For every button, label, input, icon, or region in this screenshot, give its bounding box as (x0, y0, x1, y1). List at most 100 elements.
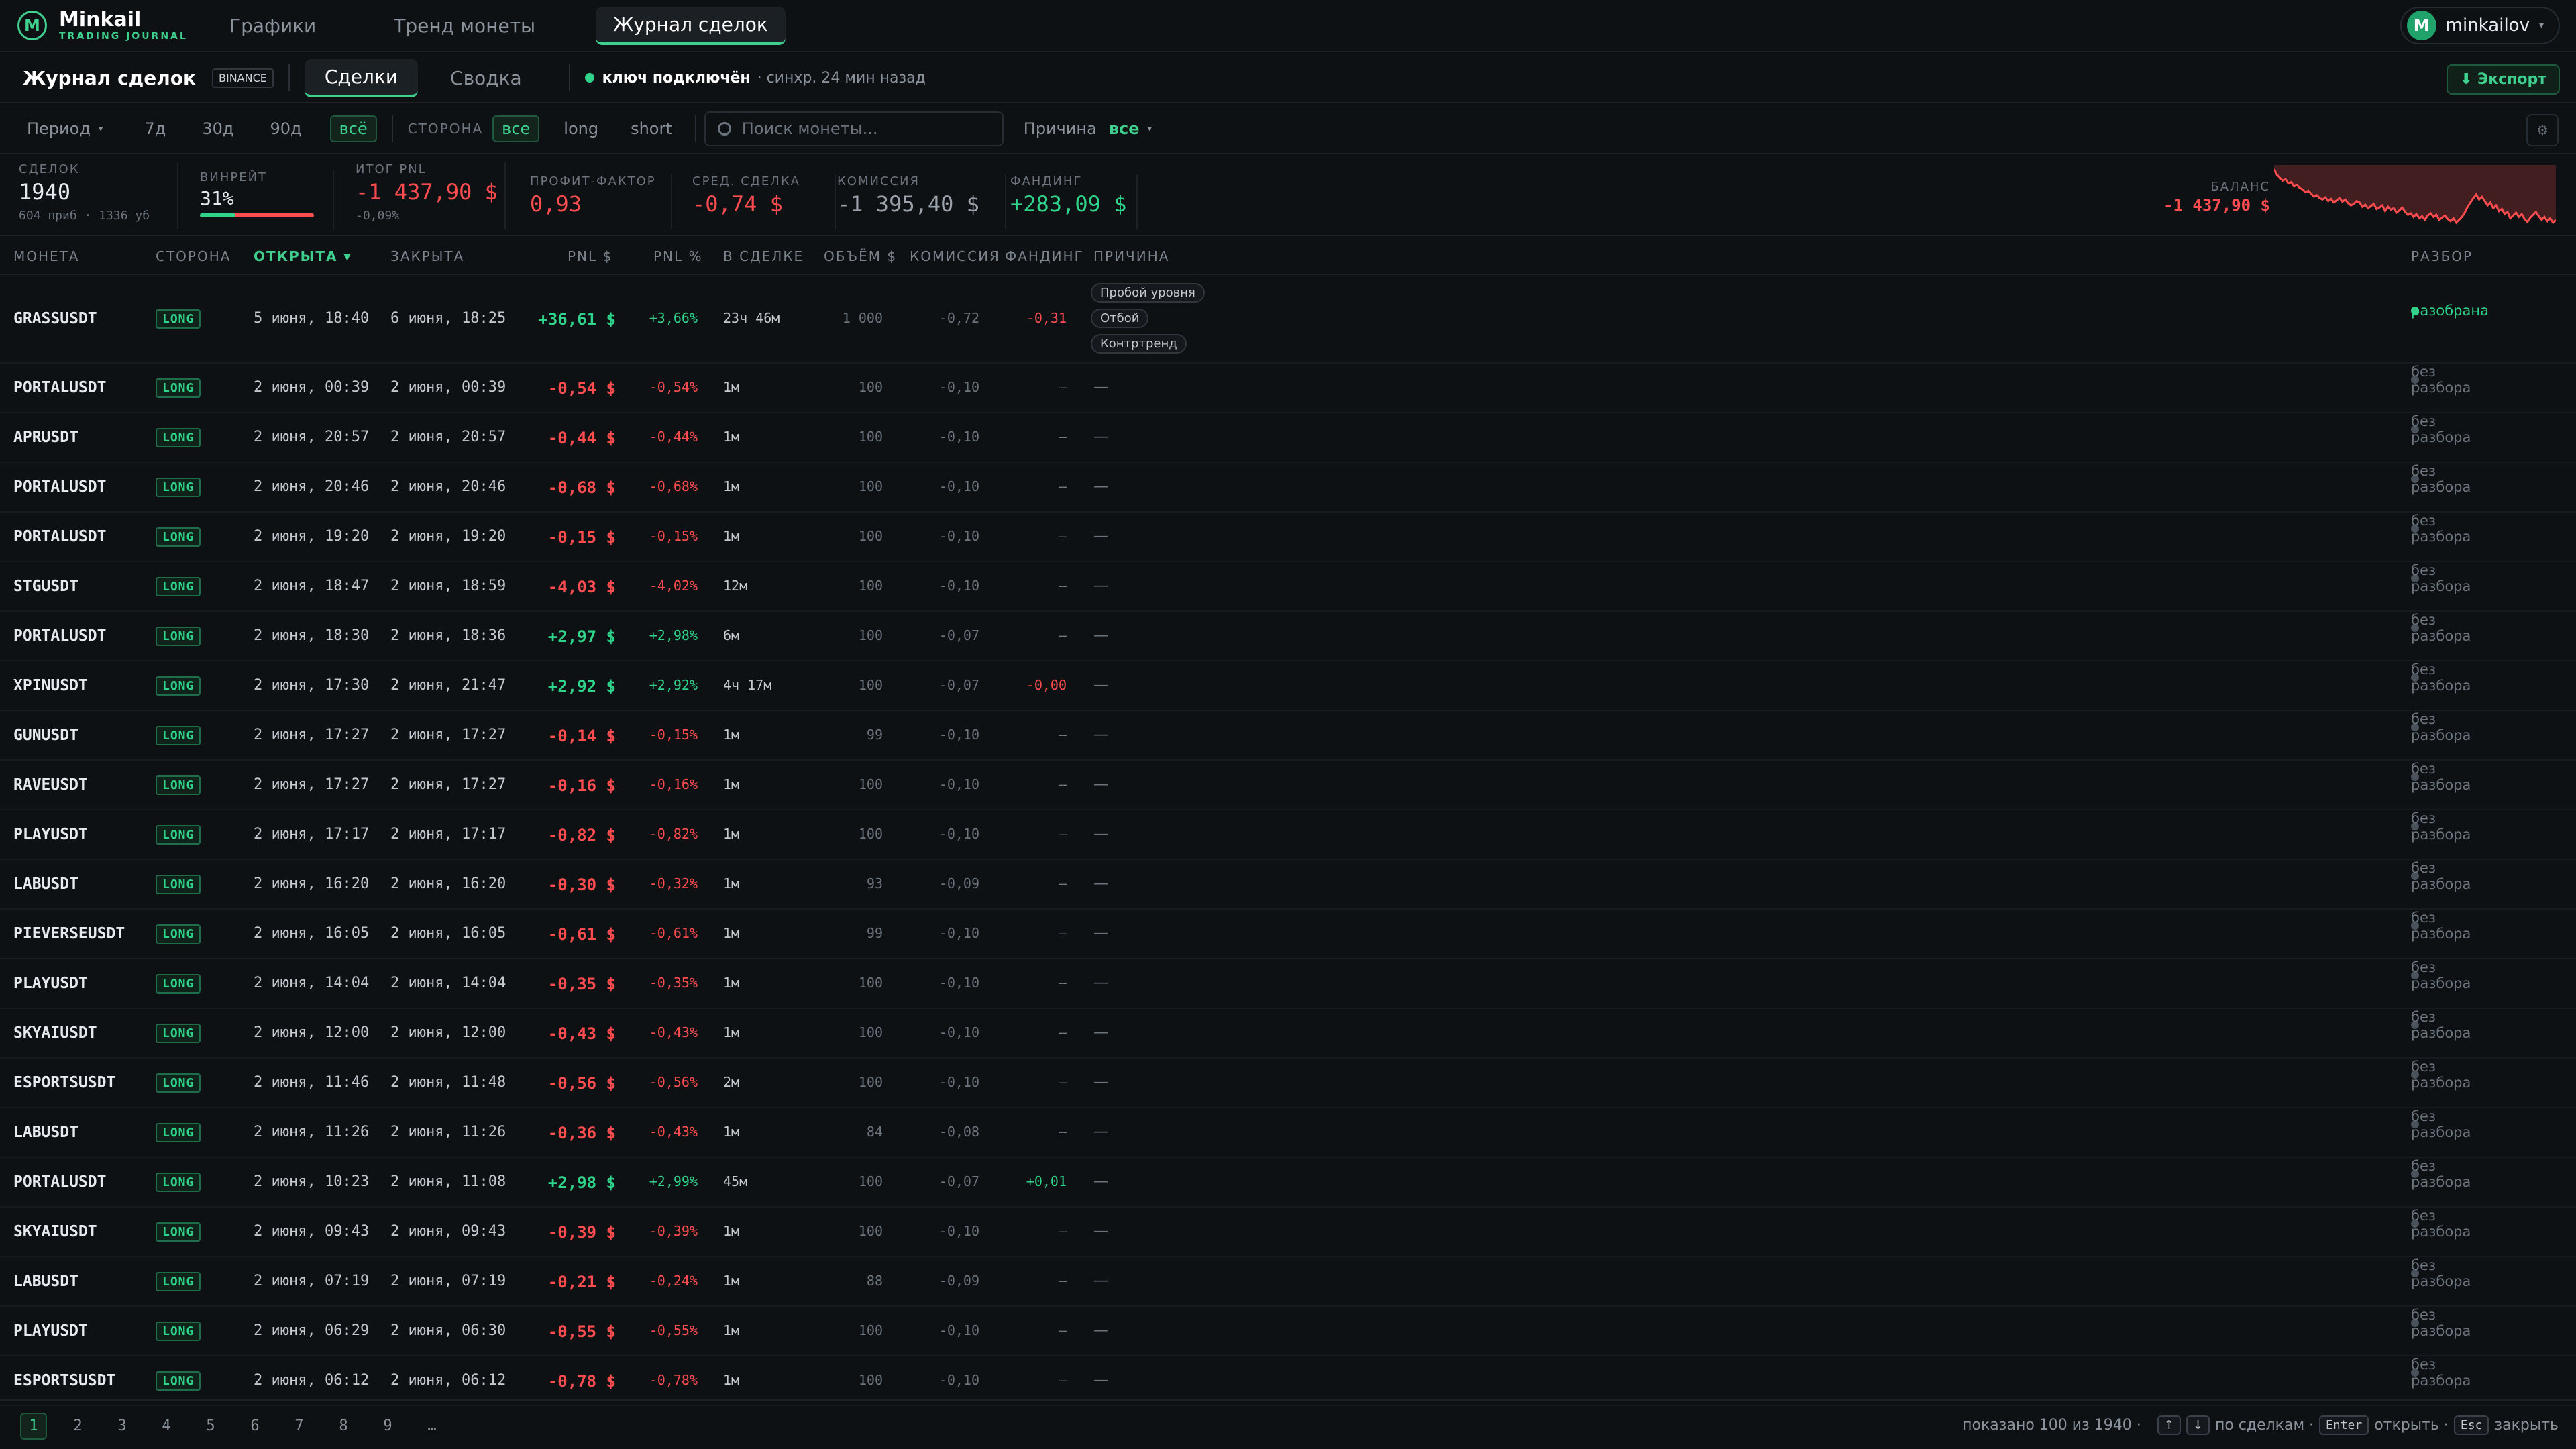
col-coin[interactable]: МОНЕТА (13, 248, 80, 264)
opened-cell: 2 июня, 16:20 (254, 875, 370, 892)
page-button[interactable]: 9 (374, 1413, 401, 1440)
app-subtitle: TRADING JOURNAL (59, 31, 188, 42)
coin-cell: XPINUSDT (13, 677, 88, 694)
page-button[interactable]: 4 (153, 1413, 180, 1440)
table-row[interactable]: LABUSDT LONG 2 июня, 16:20 2 июня, 16:20 -0,… (0, 860, 2576, 910)
period-30d[interactable]: 30д (194, 117, 241, 141)
table-row[interactable]: PORTALUSDT LONG 2 июня, 00:39 2 июня, 00:39… (0, 364, 2576, 413)
side-long[interactable]: long (555, 117, 606, 141)
page-button[interactable]: 7 (286, 1413, 313, 1440)
search-placeholder: Поиск монеты... (741, 119, 878, 138)
table-row[interactable]: PIEVERSEUSDT LONG 2 июня, 16:05 2 июня, 16:… (0, 910, 2576, 959)
pnl-cell: -0,30 $ (547, 875, 616, 894)
col-duration[interactable]: В СДЕЛКЕ (723, 248, 804, 264)
table-row[interactable]: GRASSUSDT LONG 5 июня, 18:40 6 июня, 18:25 +… (0, 275, 2576, 364)
app-logo[interactable]: M Minkail TRADING JOURNAL (17, 9, 212, 42)
export-button[interactable]: ⬇ Экспорт (2446, 64, 2560, 95)
duration-cell: 1м (723, 528, 740, 544)
table-row[interactable]: RAVEUSDT LONG 2 июня, 17:27 2 июня, 17:27 -0… (0, 761, 2576, 810)
commission-cell: -0,10 (938, 925, 979, 941)
opened-cell: 2 июня, 18:30 (254, 627, 370, 644)
tab-summary[interactable]: Сводка (430, 60, 542, 96)
table-row[interactable]: PLAYUSDT LONG 2 июня, 14:04 2 июня, 14:04 -0… (0, 959, 2576, 1009)
table-row[interactable]: PORTALUSDT LONG 2 июня, 20:46 2 июня, 20:46… (0, 463, 2576, 513)
nav-tab-coin-trend[interactable]: Тренд монеты (376, 8, 553, 44)
table-row[interactable]: XPINUSDT LONG 2 июня, 17:30 2 июня, 21:47 +2… (0, 661, 2576, 711)
page-button[interactable]: 8 (330, 1413, 357, 1440)
stat-sub: 604 приб · 1336 уб (19, 209, 150, 223)
table-row[interactable]: ESPORTSUSDT LONG 2 июня, 06:12 2 июня, 06:1… (0, 1356, 2576, 1406)
page-button[interactable]: 6 (241, 1413, 268, 1440)
reason-tag[interactable]: Контртренд (1091, 334, 1187, 354)
divider (568, 64, 570, 91)
col-pnl-percent[interactable]: PNL % (653, 248, 703, 264)
side-badge: LONG (156, 775, 201, 795)
table-row[interactable]: PLAYUSDT LONG 2 июня, 17:17 2 июня, 17:17 -0… (0, 810, 2576, 860)
commission-cell: -0,10 (938, 1372, 979, 1388)
period-all[interactable]: всё (329, 115, 377, 142)
col-opened[interactable]: ОТКРЫТА ▾ (254, 248, 352, 264)
divider (391, 115, 393, 142)
tab-trades[interactable]: Сделки (304, 58, 419, 97)
col-volume[interactable]: ОБЪЁМ $ (824, 248, 897, 264)
settings-icon[interactable]: ⚙ (2526, 114, 2559, 146)
search-input[interactable]: Поиск монеты... (704, 111, 1004, 146)
commission-cell: -0,10 (938, 975, 979, 991)
table-row[interactable]: LABUSDT LONG 2 июня, 07:19 2 июня, 07:19 -0,… (0, 1257, 2576, 1307)
col-review[interactable]: РАЗБОР (2411, 248, 2473, 264)
col-pnl[interactable]: PNL $ (568, 248, 612, 264)
col-commission[interactable]: КОМИССИЯ (910, 248, 1000, 264)
table-row[interactable]: STGUSDT LONG 2 июня, 18:47 2 июня, 18:59 -4,… (0, 562, 2576, 612)
stat-value: -0,74 $ (692, 191, 783, 217)
pnl-percent-cell: -0,15% (649, 727, 698, 743)
table-row[interactable]: LABUSDT LONG 2 июня, 11:26 2 июня, 11:26 -0,… (0, 1108, 2576, 1158)
col-closed[interactable]: ЗАКРЫТА (390, 248, 464, 264)
reason-tag[interactable]: Пробой уровня (1091, 283, 1205, 303)
reason-tag[interactable]: Отбой (1091, 309, 1149, 328)
table-row[interactable]: PLAYUSDT LONG 2 июня, 06:29 2 июня, 06:30 -0… (0, 1307, 2576, 1356)
nav-tab-charts[interactable]: Графики (212, 8, 333, 44)
table-row[interactable]: APRUSDT LONG 2 июня, 20:57 2 июня, 20:57 -0,… (0, 413, 2576, 463)
stat-label: ФАНДИНГ (1010, 174, 1083, 189)
pnl-cell: -0,44 $ (547, 429, 616, 447)
volume-cell: 100 (858, 528, 883, 544)
user-menu[interactable]: M minkailov ▾ (2400, 7, 2560, 44)
coin-cell: PORTALUSDT (13, 478, 107, 496)
pnl-cell: -0,54 $ (547, 379, 616, 398)
table-row[interactable]: PORTALUSDT LONG 2 июня, 19:20 2 июня, 19:20… (0, 513, 2576, 562)
pnl-percent-cell: -0,35% (649, 975, 698, 991)
table-row[interactable]: PORTALUSDT LONG 2 июня, 18:30 2 июня, 18:36… (0, 612, 2576, 661)
table-row[interactable]: SKYAIUSDT LONG 2 июня, 12:00 2 июня, 12:00-… (0, 1009, 2576, 1059)
page-button[interactable]: 5 (197, 1413, 224, 1440)
page-button[interactable]: 1 (20, 1413, 47, 1440)
duration-cell: 6м (723, 627, 740, 643)
volume-cell: 100 (858, 1372, 883, 1388)
table-row[interactable]: PORTALUSDT LONG 2 июня, 10:23 2 июня, 11:08… (0, 1158, 2576, 1208)
col-reason[interactable]: ПРИЧИНА (1093, 248, 1169, 264)
opened-cell: 2 июня, 17:27 (254, 776, 370, 793)
page-button[interactable]: 3 (109, 1413, 136, 1440)
table-row[interactable]: GUNUSDT LONG 2 июня, 17:27 2 июня, 17:27 -0,… (0, 711, 2576, 761)
side-badge: LONG (156, 378, 201, 398)
col-funding[interactable]: ФАНДИНГ (1005, 248, 1084, 264)
period-90d[interactable]: 90д (262, 117, 309, 141)
reason-cell: — (1093, 925, 1108, 942)
coin-cell: PLAYUSDT (13, 975, 88, 992)
opened-cell: 2 июня, 20:57 (254, 429, 370, 445)
col-side[interactable]: СТОРОНА (156, 248, 231, 264)
opened-cell: 2 июня, 19:20 (254, 528, 370, 545)
review-label: без разбора (2411, 463, 2471, 495)
funding-cell: — (1058, 1372, 1067, 1388)
side-all[interactable]: все (492, 115, 540, 142)
period-7d[interactable]: 7д (136, 117, 174, 141)
table-row[interactable]: ESPORTSUSDT LONG 2 июня, 11:46 2 июня, 11:4… (0, 1059, 2576, 1108)
reason-filter[interactable]: все (1109, 119, 1140, 138)
duration-cell: 1м (723, 925, 740, 941)
side-badge: LONG (156, 676, 201, 696)
side-short[interactable]: short (623, 117, 680, 141)
nav-tab-journal[interactable]: Журнал сделок (596, 6, 786, 45)
page-button[interactable]: 2 (64, 1413, 91, 1440)
volume-cell: 100 (858, 578, 883, 594)
duration-cell: 1м (723, 429, 740, 445)
table-row[interactable]: SKYAIUSDT LONG 2 июня, 09:43 2 июня, 09:43-… (0, 1208, 2576, 1257)
